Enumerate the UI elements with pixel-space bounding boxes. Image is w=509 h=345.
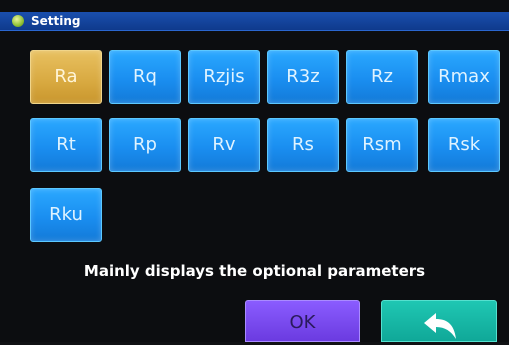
setting-screen: Setting Ra Rq Rzjis R3z Rz Rmax Rt Rp Rv… [0, 0, 509, 342]
help-caption: Mainly displays the optional parameters [83, 262, 426, 280]
param-button-rt[interactable]: Rt [30, 118, 102, 172]
status-dot-icon [12, 15, 24, 27]
param-button-ra[interactable]: Ra [30, 50, 102, 104]
param-button-rzjis[interactable]: Rzjis [188, 50, 260, 104]
param-button-rku[interactable]: Rku [30, 188, 102, 242]
param-button-rsk[interactable]: Rsk [428, 118, 500, 172]
param-button-rmax[interactable]: Rmax [428, 50, 500, 104]
param-button-rsm[interactable]: Rsm [346, 118, 418, 172]
back-arrow-icon [424, 313, 456, 339]
back-button[interactable] [381, 300, 497, 342]
window-title: Setting [31, 14, 81, 28]
title-bar: Setting [0, 12, 509, 31]
param-button-rz[interactable]: Rz [346, 50, 418, 104]
param-button-rp[interactable]: Rp [109, 118, 181, 172]
ok-button[interactable]: OK [245, 300, 360, 342]
param-button-rs[interactable]: Rs [267, 118, 339, 172]
param-button-r3z[interactable]: R3z [267, 50, 339, 104]
param-button-rv[interactable]: Rv [188, 118, 260, 172]
param-button-rq[interactable]: Rq [109, 50, 181, 104]
